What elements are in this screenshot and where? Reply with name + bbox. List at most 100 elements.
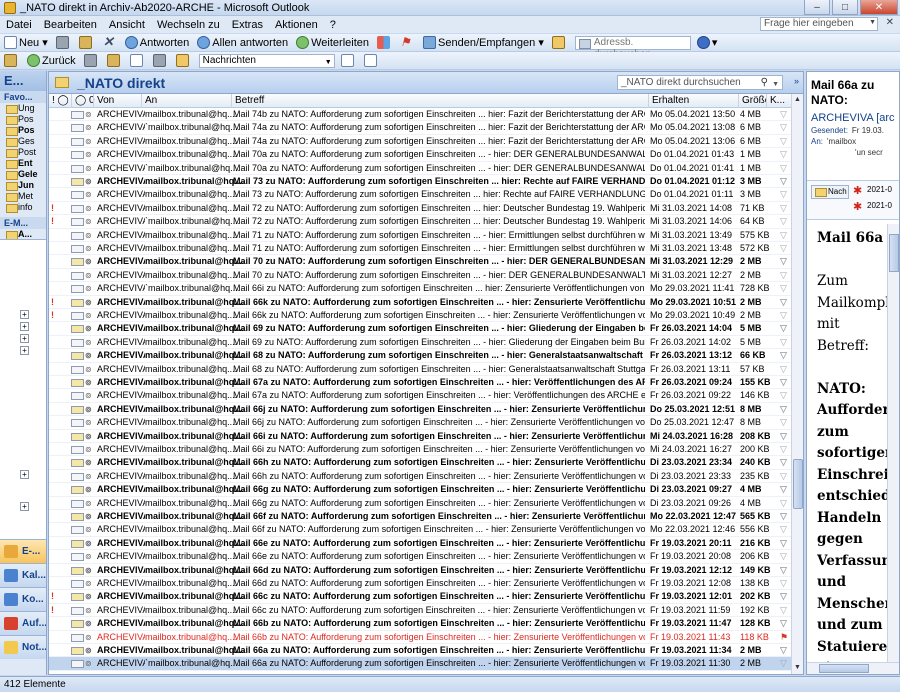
back-button[interactable]: Zurück xyxy=(27,54,76,67)
menu-aktionen[interactable]: Aktionen xyxy=(275,19,318,31)
send-receive-button[interactable]: Senden/Empfangen ▾ xyxy=(423,36,544,49)
subject-column-header[interactable]: Betreff xyxy=(231,94,648,108)
menu-wechseln-zu[interactable]: Wechseln zu xyxy=(157,19,220,31)
mail-folders-header[interactable]: E-M... xyxy=(0,217,46,229)
attachment-item[interactable]: 2021-0 xyxy=(853,200,892,213)
table-row[interactable]: ⊚ ARCHEVIVA mailbox.tribunal@hq.... Mail 66… xyxy=(49,537,793,551)
reply-button[interactable]: Antworten xyxy=(124,36,189,49)
nav-contacts-button[interactable]: Ko... xyxy=(0,587,46,611)
addressbook-button[interactable] xyxy=(551,36,567,49)
table-row[interactable]: ⊚ ARCHEVIVA mailbox.tribunal@hq.... Mail 69… xyxy=(49,322,793,336)
scrollbar-thumb[interactable] xyxy=(819,664,869,673)
fav-folder[interactable]: info xyxy=(0,202,46,213)
table-row[interactable]: ⊚ ARCHEVIVA `mailbox.tribunal@hq.... Mail 6… xyxy=(49,657,793,671)
table-row[interactable]: ⊚ ARCHEVIVA mailbox.tribunal@hq.... Mail 73… xyxy=(49,175,793,189)
table-row[interactable]: ⊚ ARCHEVIVA mailbox.tribunal@hq.... Mail 66… xyxy=(49,550,793,564)
menu-extras[interactable]: Extras xyxy=(232,19,263,31)
attachment-item[interactable]: 2021-0 xyxy=(853,184,892,197)
expand-icon[interactable]: + xyxy=(20,334,29,343)
help-button[interactable]: ▾ xyxy=(696,36,717,49)
to-column-header[interactable]: An xyxy=(141,94,233,108)
new-button[interactable]: Neu ▾ xyxy=(4,36,48,49)
nav-notes-button[interactable]: Not... xyxy=(0,635,46,659)
table-row[interactable]: ⊚ ARCHEVIVA mailbox.tribunal@hq.... Mail 66… xyxy=(49,577,793,591)
list-scrollbar[interactable]: ▲ ▼ xyxy=(791,94,803,674)
table-row[interactable]: ! ⊚ ARCHEVIVA mailbox.tribunal@hq.... Mail 7… xyxy=(49,202,793,216)
menu-help[interactable]: ? xyxy=(330,19,336,31)
folder-search-input[interactable]: _NATO direkt durchsuchen ⚲ ▼ xyxy=(617,75,783,90)
table-row[interactable]: ⊚ ARCHEVIVA mailbox.tribunal@hq.... Mail 71… xyxy=(49,229,793,242)
fav-folder[interactable]: Ung xyxy=(0,103,46,114)
table-row[interactable]: ⊚ ARCHEVIVA mailbox.tribunal@hq.... Mail 68… xyxy=(49,363,793,376)
fav-folder[interactable]: Pos xyxy=(0,114,46,125)
search-icon[interactable]: ⚲ xyxy=(761,76,768,89)
reply-all-button[interactable]: Allen antworten xyxy=(197,36,288,49)
table-row[interactable]: ⊚ ARCHEVIVA mailbox.tribunal@hq.... Mail 66… xyxy=(49,456,793,470)
menu-close-icon[interactable]: ✕ xyxy=(886,17,894,28)
help-search-input[interactable]: Frage hier eingeben xyxy=(760,17,878,31)
table-row[interactable]: ⊚ ARCHEVIVA mailbox.tribunal@hq.... Mail 66… xyxy=(49,430,793,443)
table-row[interactable]: ⊚ ARCHEVIVA mailbox.tribunal@hq.... Mail 66… xyxy=(49,510,793,524)
table-row[interactable]: ⊚ ARCHEVIVA `mailbox.tribunal@hq.... Mail 7… xyxy=(49,121,793,135)
table-row[interactable]: ⊚ ARCHEVIVA mailbox.tribunal@hq.... Mail 70… xyxy=(49,148,793,162)
table-row[interactable]: ! ⊚ ARCHEVIVA mailbox.tribunal@hq.... Mail 6… xyxy=(49,296,793,309)
table-row[interactable]: ⊚ ARCHEVIVA mailbox.tribunal@hq.... Mail 68… xyxy=(49,349,793,363)
table-row[interactable]: ⊚ ARCHEVIVA mailbox.tribunal@hq.... Mail 74… xyxy=(49,135,793,149)
table-row[interactable]: ! ⊚ ARCHEVIVA mailbox.tribunal@hq.... Mail 6… xyxy=(49,604,793,618)
table-row[interactable]: ⊚ ARCHEVIVA mailbox.tribunal@hq.... Mail 71… xyxy=(49,242,793,256)
table-row[interactable]: ! ⊚ ARCHEVIVA mailbox.tribunal@hq.... Mail 6… xyxy=(49,309,793,323)
table-row[interactable]: ⊚ ARCHEVIVA mailbox.tribunal@hq.... Mail 66… xyxy=(49,403,793,417)
expand-icon[interactable]: + xyxy=(20,310,29,319)
expand-icon[interactable]: + xyxy=(20,346,29,355)
help-dropdown-icon[interactable]: ▼ xyxy=(869,19,876,26)
view-options-button[interactable] xyxy=(4,54,19,67)
forward-button[interactable]: Weiterleiten xyxy=(296,36,369,49)
move-button[interactable] xyxy=(78,36,94,49)
categorize-button[interactable] xyxy=(377,36,392,49)
expand-icon[interactable]: + xyxy=(20,322,29,331)
fav-folder[interactable]: Ges xyxy=(0,136,46,147)
delete-button[interactable]: ✕ xyxy=(102,35,117,49)
nav-mail-button[interactable]: E-... xyxy=(0,539,46,563)
table-row[interactable]: ⊚ ARCHEVIVA mailbox.tribunal@hq.... Mail 66… xyxy=(49,483,793,497)
fav-folder[interactable]: Met xyxy=(0,191,46,202)
table-row[interactable]: ⊚ ARCHEVIVA mailbox.tribunal@hq.... Mail 70… xyxy=(49,269,793,283)
message-tab[interactable]: Nach xyxy=(811,185,849,199)
nav-calendar-button[interactable]: Kal... xyxy=(0,563,46,587)
table-row[interactable]: ! ⊚ ARCHEVIVA mailbox.tribunal@hq.... Mail 6… xyxy=(49,590,793,604)
chevron-down-icon[interactable]: ▼ xyxy=(772,78,779,91)
forward-nav-button[interactable] xyxy=(83,54,99,67)
reading-scrollbar[interactable] xyxy=(887,224,899,664)
menu-datei[interactable]: Datei xyxy=(6,19,32,31)
reading-from[interactable]: ARCHEVIVA [arc xyxy=(811,112,895,124)
reading-pane-button[interactable] xyxy=(363,54,379,67)
expand-icon[interactable]: + xyxy=(20,502,29,511)
nav-tasks-button[interactable]: Auf... xyxy=(0,611,46,635)
received-column-header[interactable]: Erhalten xyxy=(648,94,738,108)
undo-button[interactable] xyxy=(152,54,168,67)
rules-button[interactable] xyxy=(175,54,191,67)
importance-column-header[interactable]: ! ◯ xyxy=(49,94,71,108)
table-row[interactable]: ⊚ ARCHEVIVA mailbox.tribunal@hq.... Mail 66… xyxy=(49,523,793,537)
table-row[interactable]: ⊚ ARCHEVIVA mailbox.tribunal@hq.... Mail 74… xyxy=(49,108,793,122)
category-column-header[interactable]: K... xyxy=(766,94,793,108)
scrollbar-thumb[interactable] xyxy=(793,459,803,509)
table-row[interactable]: ⊚ ARCHEVIVA mailbox.tribunal@hq.... Mail 67… xyxy=(49,389,793,403)
fav-folder[interactable]: Jun xyxy=(0,180,46,191)
table-row[interactable]: ⊚ ARCHEVIVA mailbox.tribunal@hq.... Mail 66… xyxy=(49,564,793,577)
scroll-up-icon[interactable]: ▲ xyxy=(792,94,803,106)
table-row[interactable]: ⊚ ARCHEVIVA mailbox.tribunal@hq.... Mail 69… xyxy=(49,336,793,350)
table-row[interactable]: ⊚ ARCHEVIVA mailbox.tribunal@hq.... Mail 66… xyxy=(49,617,793,631)
fav-folder[interactable]: Ent xyxy=(0,158,46,169)
scroll-down-icon[interactable]: ▼ xyxy=(792,662,803,674)
expand-icon[interactable]: + xyxy=(20,470,29,479)
size-column-header[interactable]: Größe xyxy=(738,94,766,108)
table-row[interactable]: ⊚ ARCHEVIVA mailbox.tribunal@hq.... Mail 66… xyxy=(49,631,793,644)
scrollbar-thumb[interactable] xyxy=(889,234,899,272)
table-row[interactable]: ⊚ ARCHEVIVA mailbox.tribunal@hq.... Mail 66… xyxy=(49,443,793,457)
reading-hscrollbar[interactable] xyxy=(807,662,899,674)
table-row[interactable]: ⊚ ARCHEVIVA mailbox.tribunal@hq.... Mail 66… xyxy=(49,497,793,510)
view-select[interactable]: Nachrichten ▼ xyxy=(198,53,335,68)
from-column-header[interactable]: Von xyxy=(93,94,141,108)
fav-folder[interactable]: Gele xyxy=(0,169,46,180)
